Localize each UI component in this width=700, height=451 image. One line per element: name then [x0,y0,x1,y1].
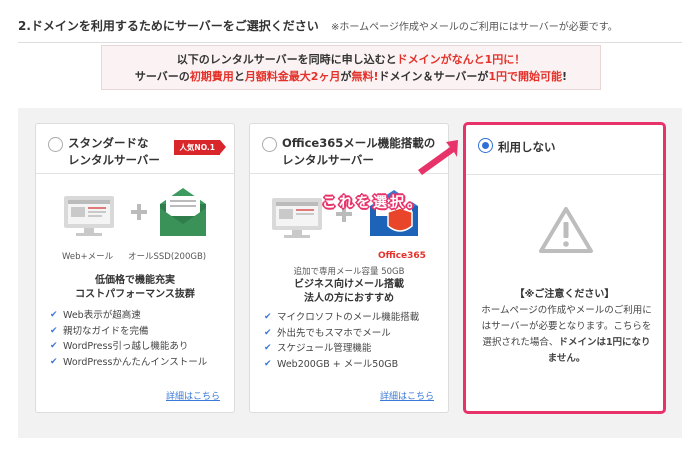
promo-text: と [233,70,245,83]
feature-item: WordPress引っ越し機能あり [50,339,207,355]
feature-headline-line: ビジネス向けメール搭載 [294,279,404,290]
promo-text: サーバーの [134,70,190,83]
promo-highlight: ドメインがなんと1円に！ [396,53,526,66]
popular-badge: 人気NO.1 [174,140,226,155]
section-header: 2.ドメインを利用するためにサーバーをご選択ください ※ホームページ作成やメール… [18,17,682,43]
feature-headline: 低価格で機能充実 コストパフォーマンス抜群 [36,274,234,302]
feature-item: 外出先でもスマホでメール [264,326,419,342]
feature-headline-line: 低価格で機能充実 [95,275,175,286]
server-options-panel: スタンダードな レンタルサーバー 人気NO.1 Web+メール オールSSD(2… [18,108,682,438]
promo-text: ! [562,70,568,83]
section-note: ※ホームページ作成やメールのご利用にはサーバーが必要です。 [330,22,618,33]
feature-list: マイクロソフトのメール機能搭載 外出先でもスマホでメール スケジュール管理機能 … [264,310,419,372]
card-title: スタンダードな レンタルサーバー [68,135,160,169]
feature-item: Web200GB + メール50GB [264,357,419,373]
pointer-arrow-icon [418,140,458,175]
card-title: 利用しない [498,140,556,154]
caption-ssd: オールSSD(200GB) [128,252,207,262]
promo-text: が [340,70,352,83]
promo-highlight: 1円で開始可能 [488,70,563,83]
feature-item: 親切なガイドを完備 [50,324,207,340]
monitor-icon [64,196,114,236]
card-title-line: レンタルサーバー [68,153,160,167]
feature-headline: ビジネス向けメール搭載 法人の方におすすめ [250,278,448,306]
caption-web-mail: Web+メール [62,252,114,262]
feature-headline-line: 法人の方におすすめ [304,293,394,304]
section-title: 2.ドメインを利用するためにサーバーをご選択ください [18,19,319,33]
promo-banner: 以下のレンタルサーバーを同時に申し込むとドメインがなんと1円に！ サーバーの初期… [101,45,601,90]
caution-emphasis: ドメインは1円になりません。 [547,337,651,364]
option-standard-server[interactable]: スタンダードな レンタルサーバー 人気NO.1 Web+メール オールSSD(2… [35,123,235,413]
details-link-office365[interactable]: 詳細はこちら [380,389,434,402]
select-callout-annotation: これを選択。 [322,195,424,211]
feature-item: マイクロソフトのメール機能搭載 [264,310,419,326]
details-link-standard[interactable]: 詳細はこちら [166,389,220,402]
promo-highlight: 無料! [351,70,379,83]
promo-text: ドメイン＆サーバーが [378,70,489,83]
feature-item: Web表示が超高速 [50,308,207,324]
office365-label: Office365 [378,251,426,261]
monitor-icon [272,198,322,238]
feature-item: スケジュール管理機能 [264,341,419,357]
promo-highlight: 初期費用 [189,70,234,83]
card-header: スタンダードな レンタルサーバー 人気NO.1 [36,124,234,174]
radio-office365[interactable] [262,137,277,152]
promo-highlight: 月額料金最大2ヶ月 [244,70,341,83]
card-header: 利用しない [466,125,663,175]
extra-mail-caption: 追加で専用メール容量 50GB [293,267,405,277]
plus-icon [131,204,147,220]
mail-envelope-icon [160,188,206,236]
radio-standard[interactable] [48,137,63,152]
option-no-server[interactable]: 利用しない 【※ご注意ください】 ホームページの作成やメールのご利用にはサーバー… [463,122,666,414]
caution-text: ホームページの作成やメールのご利用にはサーバーが必要となります。こちらを選択され… [480,303,653,367]
caution-title: 【※ご注意ください】 [514,289,615,300]
promo-line-1: 以下のレンタルサーバーを同時に申し込むとドメインがなんと1円に！ [102,51,600,68]
web-mail-illustration [64,188,206,236]
feature-item: WordPressかんたんインストール [50,355,207,371]
radio-no-server[interactable] [478,138,493,153]
promo-line-2: サーバーの初期費用と月額料金最大2ヶ月が無料!ドメイン＆サーバーが1円で開始可能… [102,68,600,85]
warning-icon [539,207,593,253]
promo-text: 以下のレンタルサーバーを同時に申し込むと [176,53,397,66]
feature-list: Web表示が超高速 親切なガイドを完備 WordPress引っ越し機能あり Wo… [50,308,207,370]
feature-headline-line: コストパフォーマンス抜群 [75,289,195,300]
card-title-line: スタンダードな [68,136,149,150]
